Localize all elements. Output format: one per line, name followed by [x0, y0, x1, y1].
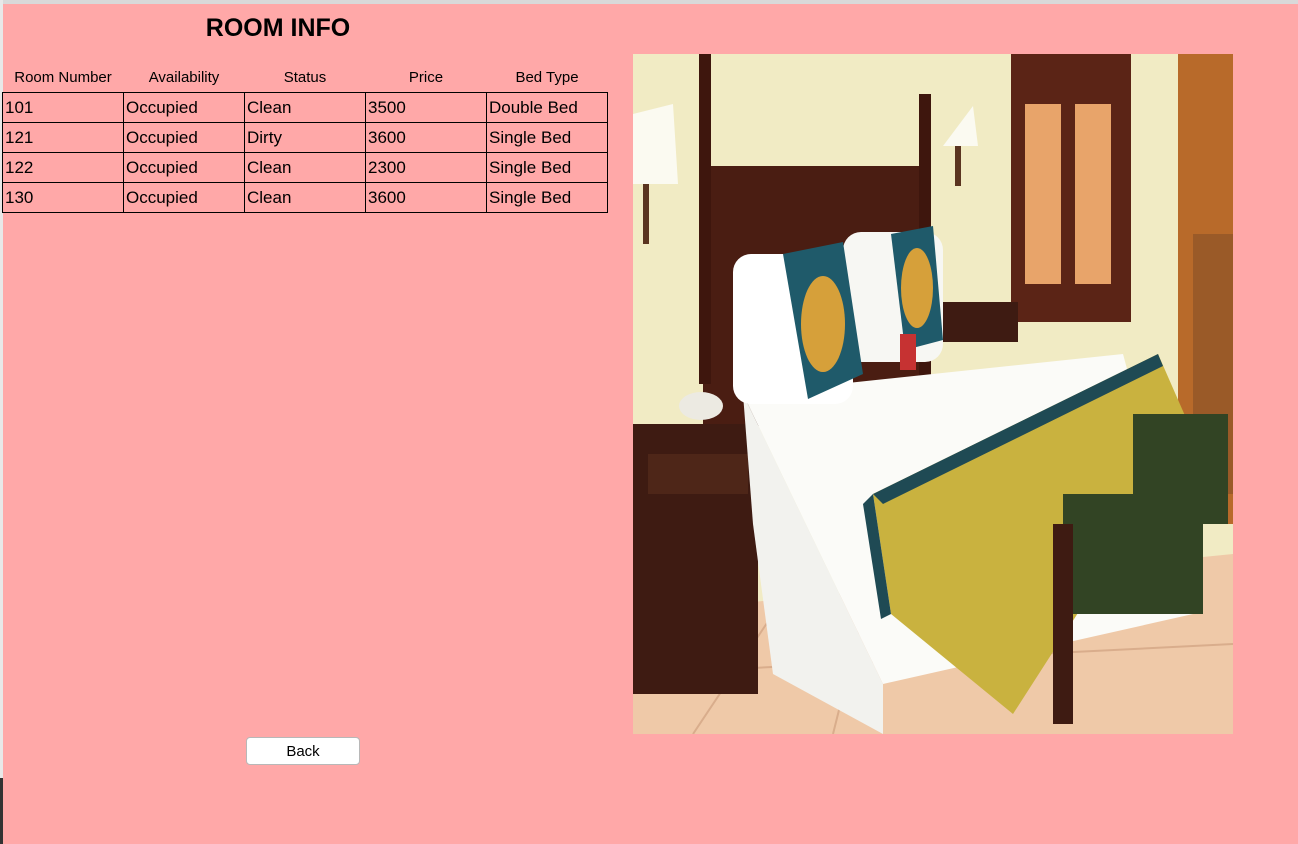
- back-button[interactable]: Back: [246, 737, 360, 765]
- cell-status[interactable]: Clean: [244, 92, 366, 123]
- table-row[interactable]: 122 Occupied Clean 2300 Single Bed: [2, 152, 608, 183]
- cell-bed-type[interactable]: Single Bed: [486, 122, 608, 153]
- cell-availability[interactable]: Occupied: [123, 182, 245, 213]
- window-top-edge: [0, 0, 1298, 4]
- cell-status[interactable]: Dirty: [244, 122, 366, 153]
- cell-room-number[interactable]: 122: [2, 152, 124, 183]
- cell-availability[interactable]: Occupied: [123, 92, 245, 123]
- cell-bed-type[interactable]: Double Bed: [486, 92, 608, 123]
- cell-price[interactable]: 3600: [365, 182, 487, 213]
- cell-status[interactable]: Clean: [244, 152, 366, 183]
- cell-price[interactable]: 3500: [365, 92, 487, 123]
- cell-bed-type[interactable]: Single Bed: [486, 152, 608, 183]
- column-header-price[interactable]: Price: [366, 62, 487, 93]
- cell-availability[interactable]: Occupied: [123, 152, 245, 183]
- table-row[interactable]: 101 Occupied Clean 3500 Double Bed: [2, 92, 608, 123]
- page-title: ROOM INFO: [205, 14, 351, 42]
- room-table: Room Number Availability Status Price Be…: [2, 62, 608, 213]
- cell-price[interactable]: 3600: [365, 122, 487, 153]
- column-header-bed-type[interactable]: Bed Type: [487, 62, 608, 93]
- cell-bed-type[interactable]: Single Bed: [486, 182, 608, 213]
- column-header-status[interactable]: Status: [245, 62, 366, 93]
- cell-status[interactable]: Clean: [244, 182, 366, 213]
- table-header-row: Room Number Availability Status Price Be…: [3, 62, 608, 93]
- cell-room-number[interactable]: 121: [2, 122, 124, 153]
- cell-price[interactable]: 2300: [365, 152, 487, 183]
- cell-room-number[interactable]: 130: [2, 182, 124, 213]
- column-header-availability[interactable]: Availability: [124, 62, 245, 93]
- hotel-room-photo: [633, 54, 1233, 734]
- cell-availability[interactable]: Occupied: [123, 122, 245, 153]
- cell-room-number[interactable]: 101: [2, 92, 124, 123]
- column-header-room-number[interactable]: Room Number: [3, 62, 124, 93]
- table-row[interactable]: 121 Occupied Dirty 3600 Single Bed: [2, 122, 608, 153]
- table-row[interactable]: 130 Occupied Clean 3600 Single Bed: [2, 182, 608, 213]
